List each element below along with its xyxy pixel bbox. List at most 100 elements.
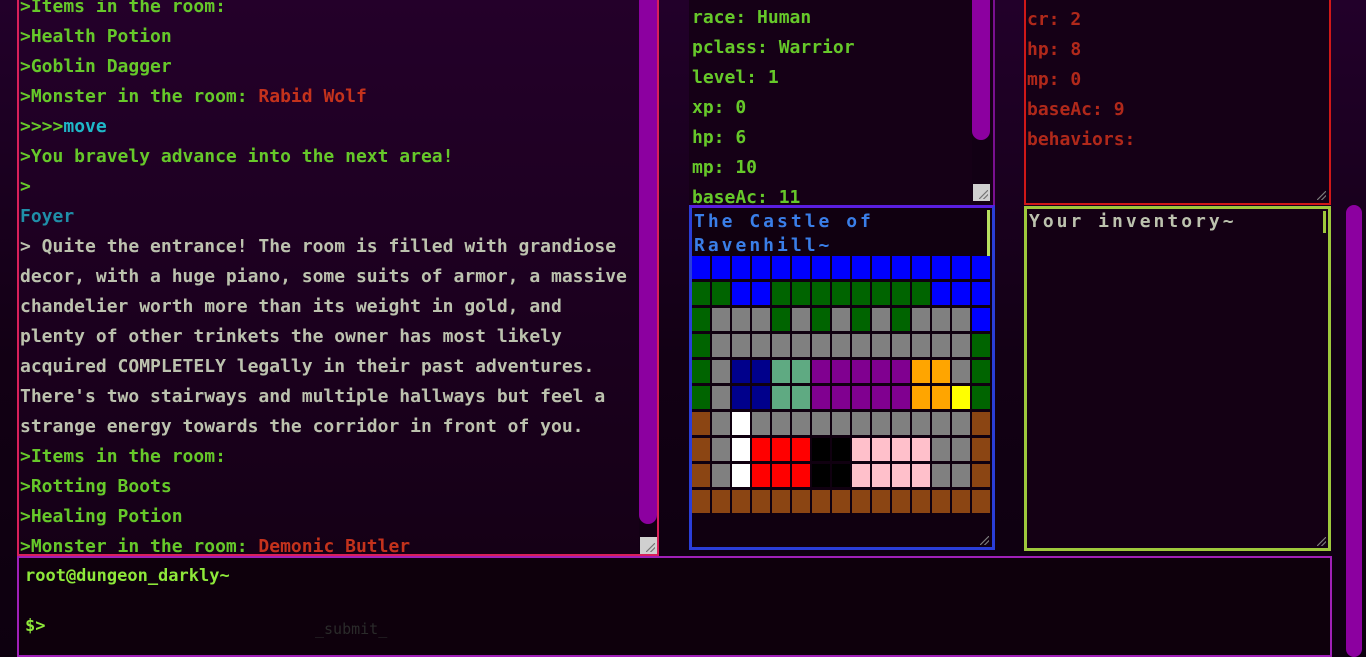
inventory-panel[interactable]: Your inventory~ [1024,206,1331,551]
map-tile [692,386,710,409]
map-tile [972,464,990,487]
log-room-description: > Quite the entrance! The room is filled… [20,236,638,437]
player-stat-line: baseAc: 11 [692,187,801,206]
castle-map-panel: The Castle of Ravenhill~ [689,205,995,550]
map-tile [712,256,730,279]
map-tile [732,412,750,435]
command-input[interactable] [59,610,303,642]
map-tile [912,438,930,461]
map-title-scroll-bar [987,210,990,256]
map-tile [972,282,990,305]
map-tile [712,386,730,409]
log-line: >Goblin Dagger [20,56,172,77]
map-tile [852,490,870,513]
log-line: >Items in the room: [20,446,226,467]
map-tile [872,282,890,305]
map-tile [852,360,870,383]
log-scrollbar-thumb[interactable] [639,0,657,524]
map-tile [752,490,770,513]
map-tile [752,386,770,409]
player-stats-lines: name: Drace: Humanpclass: Warriorlevel: … [692,0,855,206]
map-tile [832,412,850,435]
map-tile [852,412,870,435]
map-tile [952,438,970,461]
map-tile [792,438,810,461]
map-tile [732,308,750,331]
map-tile [872,412,890,435]
stats-resize-grip-icon[interactable] [973,184,990,201]
map-tile [872,256,890,279]
map-tile [892,360,910,383]
map-tile [812,360,830,383]
map-tile [712,490,730,513]
player-stat-line: xp: 0 [692,97,747,118]
map-tile [952,386,970,409]
player-stats-panel[interactable]: name: Drace: Humanpclass: Warriorlevel: … [689,0,995,206]
log-line: >Health Potion [20,26,172,47]
map-tile [832,256,850,279]
map-tile [752,412,770,435]
map-tile [912,256,930,279]
map-tile [772,334,790,357]
map-tile [772,360,790,383]
map-tile [692,256,710,279]
map-tile [972,256,990,279]
map-tile [732,438,750,461]
map-tile [972,360,990,383]
log-line: > [20,176,31,197]
map-tile [692,464,710,487]
map-tile [792,308,810,331]
map-tile [872,490,890,513]
map-tile [852,256,870,279]
map-tile [772,282,790,305]
inventory-resize-grip-icon[interactable] [1311,531,1328,548]
terminal-panel: root@dungeon_darkly~ $> _submit_ [17,556,1332,657]
stats-scrollbar-thumb[interactable] [972,0,990,140]
map-tile [972,490,990,513]
map-tile [792,360,810,383]
map-tile [792,490,810,513]
map-tile [852,464,870,487]
player-stat-line: mp: 10 [692,157,758,178]
map-tile [752,360,770,383]
map-tile [772,308,790,331]
monster-stats-lines: name: Ccr: 2hp: 8mp: 0baseAc: 9behaviors… [1027,0,1135,155]
map-tile [752,308,770,331]
map-tile [912,282,930,305]
monster-name: Rabid Wolf [258,86,367,107]
log-resize-grip-icon[interactable] [640,537,657,554]
map-tile [892,308,910,331]
map-title: The Castle of Ravenhill~ [694,211,874,256]
map-tile [712,282,730,305]
map-resize-grip-icon[interactable] [974,530,991,547]
map-tile [812,386,830,409]
game-log-panel[interactable]: >Items in the room: >Health Potion >Goblin… [17,0,659,556]
map-tile [832,360,850,383]
map-tile [792,256,810,279]
map-tile [832,490,850,513]
submit-button[interactable]: _submit_ [315,620,387,638]
map-tile [952,334,970,357]
inventory-title: Your inventory~ [1029,211,1237,232]
map-tile [872,360,890,383]
map-tile [852,308,870,331]
page-scrollbar-thumb[interactable] [1346,205,1362,657]
map-tile [692,412,710,435]
log-monster-prefix: >Monster in the room: [20,536,259,556]
map-tile [712,308,730,331]
map-tile [832,282,850,305]
monster-resize-grip-icon[interactable] [1311,185,1328,202]
inventory-scroll-bar [1323,211,1326,233]
map-tile [712,464,730,487]
map-tile [852,334,870,357]
log-command-line: >>>>move [20,112,636,142]
map-tile [752,334,770,357]
map-tile [692,334,710,357]
map-tile [752,438,770,461]
map-tile [732,360,750,383]
monster-name: Demonic Butler [258,536,411,556]
monster-stats-panel[interactable]: name: Ccr: 2hp: 8mp: 0baseAc: 9behaviors… [1024,0,1331,205]
monster-stat-line: hp: 8 [1027,39,1082,60]
map-tile [832,386,850,409]
log-command: move [63,116,107,137]
